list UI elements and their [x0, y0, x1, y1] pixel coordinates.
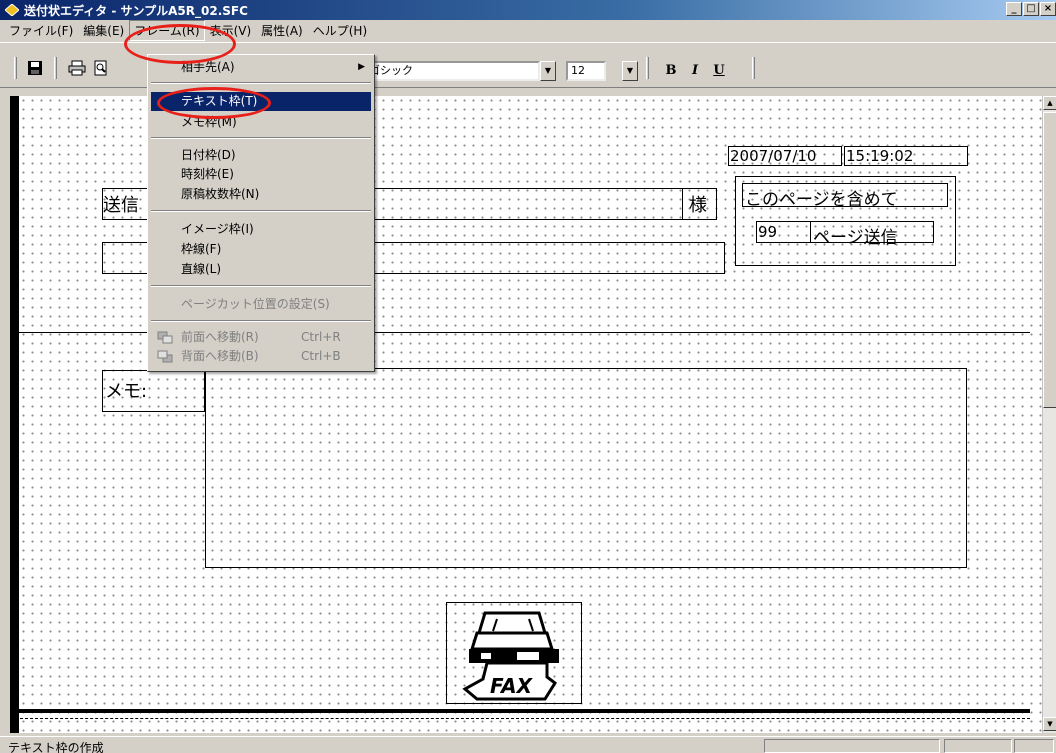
- underline-button[interactable]: U: [710, 61, 728, 81]
- menu-item-time-frame[interactable]: 時刻枠(E): [151, 165, 371, 184]
- menu-help[interactable]: ヘルプ(H): [308, 20, 372, 41]
- menu-item-bring-to-front[interactable]: 前面へ移動(R) Ctrl+R: [151, 328, 371, 347]
- status-text: テキスト枠の作成: [8, 741, 104, 753]
- menu-item-label: 日付枠(D): [181, 148, 236, 162]
- save-button[interactable]: [24, 57, 46, 79]
- minimize-button[interactable]: _: [1006, 2, 1022, 16]
- menu-separator: [151, 82, 371, 84]
- window-title: 送付状エディタ - サンプルA5R_02.SFC: [24, 3, 248, 18]
- toolbar-separator: [646, 57, 649, 79]
- date-frame[interactable]: 2007/07/10: [728, 146, 842, 166]
- pages-suffix-frame[interactable]: ページ送信: [810, 221, 934, 248]
- toolbar-separator: [752, 57, 755, 79]
- annotation-oval: [157, 87, 271, 119]
- vertical-scrollbar[interactable]: ▲ ▼: [1042, 96, 1056, 733]
- menu-edit[interactable]: 編集(E): [78, 20, 129, 41]
- page-count: 99: [758, 223, 778, 241]
- recipient-suffix-frame[interactable]: 様: [682, 188, 717, 220]
- maximize-button[interactable]: □: [1023, 2, 1039, 16]
- recipient-suffix: 様: [689, 195, 707, 216]
- menu-item-image-frame[interactable]: イメージ枠(I): [151, 220, 371, 239]
- app-icon[interactable]: [4, 2, 20, 18]
- page-bottom-border: [19, 709, 1030, 713]
- menu-item-border-line[interactable]: 枠線(F): [151, 240, 371, 259]
- annotation-oval: [124, 24, 236, 64]
- page-count-frame[interactable]: 99: [756, 221, 810, 243]
- menu-item-label: 背面へ移動(B): [181, 349, 259, 363]
- status-panel: [1014, 739, 1054, 753]
- menu-separator: [151, 285, 371, 287]
- menu-item-label: 前面へ移動(R): [181, 330, 259, 344]
- status-panel: [944, 739, 1012, 753]
- fax-logo-text: FAX: [490, 674, 534, 698]
- font-name-dropdown-button[interactable]: ▼: [540, 61, 556, 81]
- page-cut-marker: [19, 718, 1030, 719]
- italic-button[interactable]: I: [686, 61, 704, 81]
- menu-item-date-frame[interactable]: 日付枠(D): [151, 146, 371, 165]
- menu-item-label: ページカット位置の設定(S): [181, 297, 330, 311]
- print-button[interactable]: [66, 57, 88, 79]
- fax-machine-icon: FAX: [462, 611, 559, 701]
- status-bar: テキスト枠の作成: [0, 736, 1056, 753]
- time-value: 15:19:02: [846, 147, 914, 165]
- menu-item-label: イメージ枠(I): [181, 222, 254, 236]
- bold-button[interactable]: B: [662, 61, 680, 81]
- print-preview-button[interactable]: [90, 57, 112, 79]
- menu-item-send-to-back[interactable]: 背面へ移動(B) Ctrl+B: [151, 347, 371, 366]
- menu-separator: [151, 137, 371, 139]
- toolbar-grip[interactable]: [14, 57, 17, 79]
- submenu-arrow-icon: ▶: [358, 62, 365, 72]
- menu-item-label: 枠線(F): [181, 242, 222, 256]
- time-frame[interactable]: 15:19:02: [844, 146, 968, 166]
- pages-caption-frame[interactable]: このページを含めて: [742, 183, 948, 210]
- menu-attribute[interactable]: 属性(A): [256, 20, 308, 41]
- floppy-icon: [28, 61, 42, 75]
- status-panel: [764, 739, 940, 753]
- bring-to-front-icon: [157, 331, 173, 344]
- menu-item-page-count-frame[interactable]: 原稿枚数枠(N): [151, 185, 371, 204]
- toolbar-separator: [54, 57, 57, 79]
- pages-caption: このページを含めて: [745, 190, 898, 210]
- title-bar: 送付状エディタ - サンプルA5R_02.SFC _ □ ×: [0, 0, 1056, 20]
- date-value: 2007/07/10: [730, 147, 817, 165]
- send-to-back-icon: [157, 350, 173, 363]
- menu-item-shortcut: Ctrl+B: [301, 349, 341, 363]
- pages-suffix: ページ送信: [813, 228, 898, 248]
- fax-image-frame[interactable]: FAX: [446, 602, 582, 704]
- memo-label-frame[interactable]: メモ:: [102, 370, 205, 412]
- printer-icon: [68, 60, 86, 76]
- menu-item-label: 時刻枠(E): [181, 167, 234, 181]
- menu-item-straight-line[interactable]: 直線(L): [151, 260, 371, 279]
- window-controls: _ □ ×: [1005, 2, 1056, 16]
- menu-item-page-cut-setting[interactable]: ページカット位置の設定(S): [151, 295, 371, 314]
- menu-item-label: 直線(L): [181, 262, 222, 276]
- menu-item-label: 原稿枚数枠(N): [181, 187, 260, 201]
- page-count-box[interactable]: このページを含めて 99 ページ送信: [735, 176, 956, 266]
- close-button[interactable]: ×: [1040, 2, 1056, 16]
- font-size-combo[interactable]: 12: [566, 61, 606, 81]
- menu-separator: [151, 210, 371, 212]
- memo-frame[interactable]: [205, 368, 967, 568]
- scroll-thumb[interactable]: [1043, 112, 1056, 408]
- memo-label: メモ:: [105, 381, 148, 402]
- font-size-dropdown-button[interactable]: ▼: [622, 61, 638, 81]
- menu-file[interactable]: ファイル(F): [4, 20, 78, 41]
- preview-icon: [94, 60, 107, 76]
- menu-separator: [151, 320, 371, 322]
- scroll-up-button[interactable]: ▲: [1043, 96, 1056, 110]
- scroll-down-button[interactable]: ▼: [1043, 717, 1056, 731]
- font-name-combo[interactable]: ゴシック: [364, 61, 540, 81]
- menu-item-shortcut: Ctrl+R: [301, 330, 341, 344]
